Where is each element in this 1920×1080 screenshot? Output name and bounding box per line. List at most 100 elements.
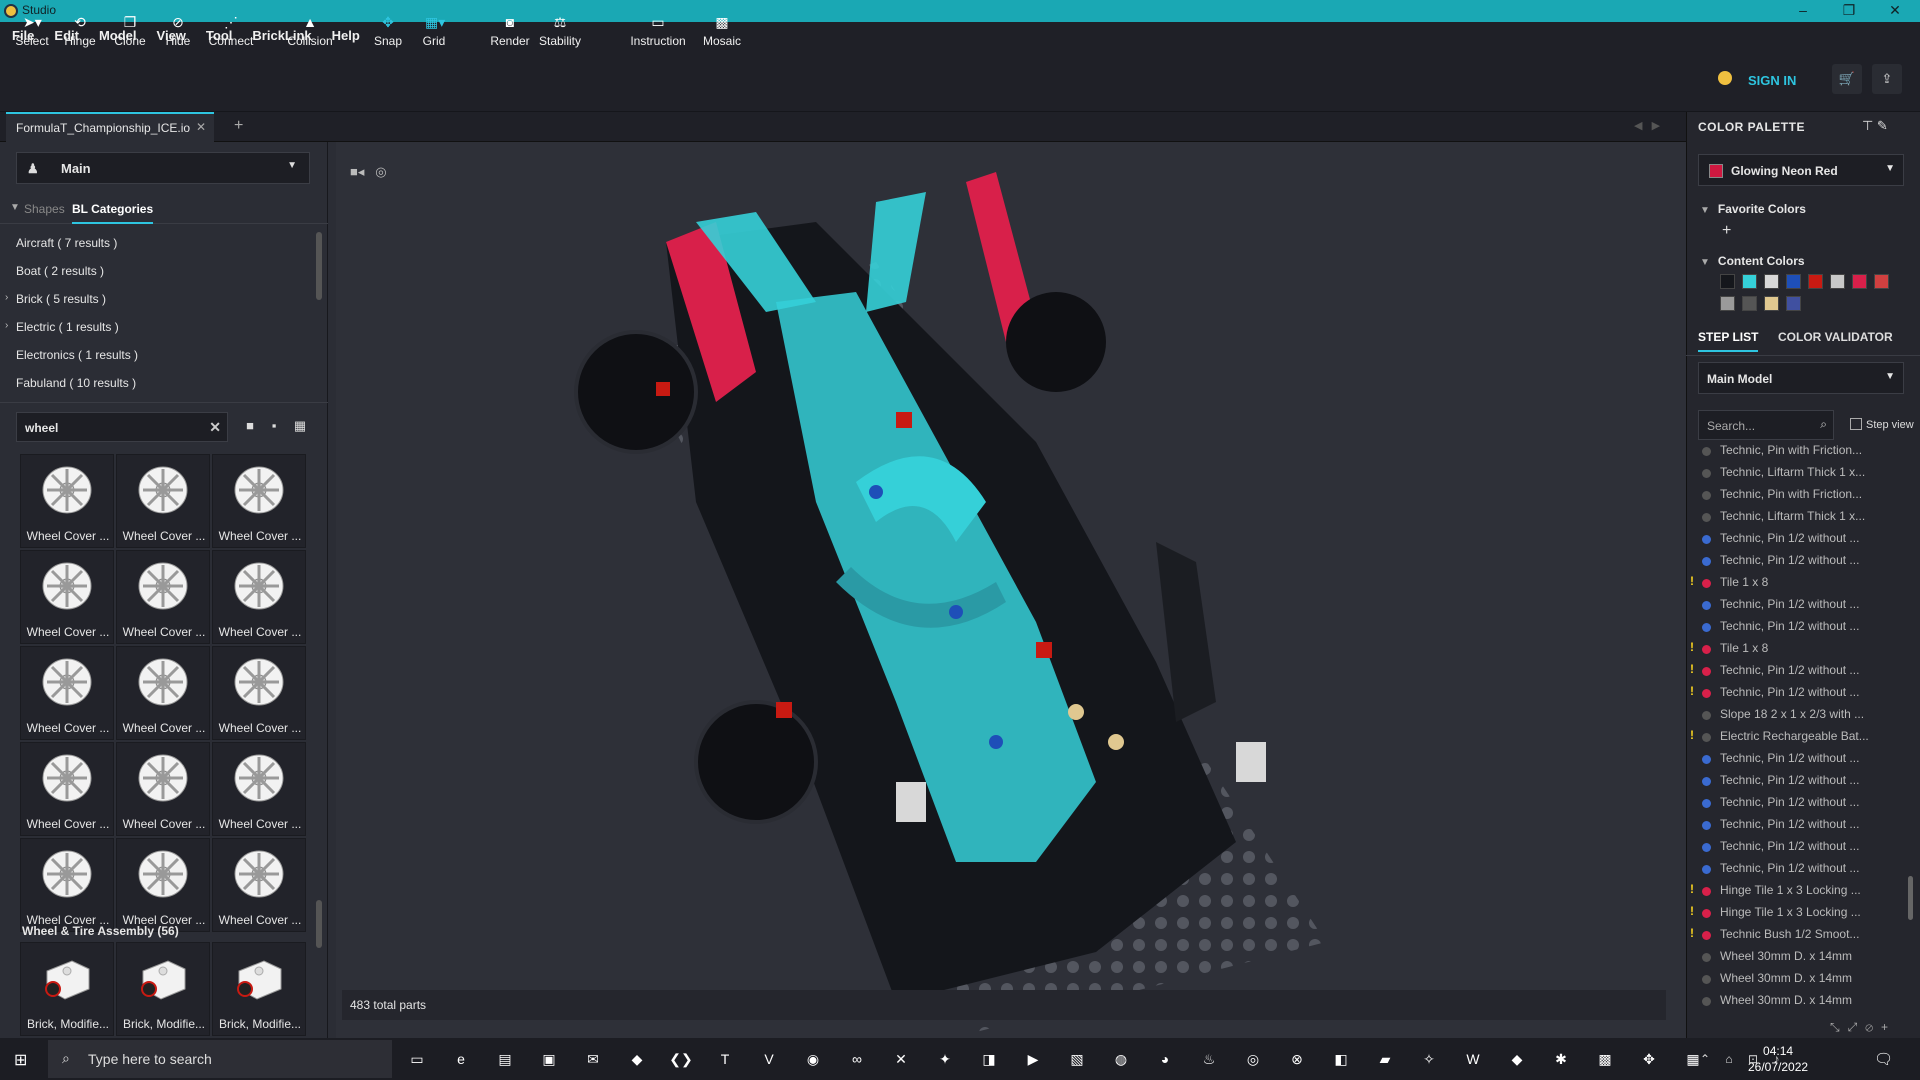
restore-button[interactable]: ❐ <box>1826 0 1872 22</box>
studio-icon[interactable]: ✥ <box>1636 1046 1662 1072</box>
tab-color-validator[interactable]: COLOR VALIDATOR <box>1778 330 1893 344</box>
view-large-icon[interactable]: ■ <box>242 418 258 434</box>
mail-icon[interactable]: ✉ <box>580 1046 606 1072</box>
collision-tool-button[interactable]: ▲ Collision <box>280 14 340 48</box>
color-swatch[interactable] <box>1764 296 1779 311</box>
step-list-item[interactable]: ! Technic Bush 1/2 Smoot... <box>1686 924 1906 946</box>
color-swatch[interactable] <box>1808 274 1823 289</box>
color-swatch[interactable] <box>1786 296 1801 311</box>
category-item[interactable]: Aircraft ( 7 results ) <box>0 230 318 258</box>
part-tile[interactable]: Wheel Cover ... <box>20 838 114 932</box>
app-icon[interactable]: W <box>1460 1046 1486 1072</box>
step-list-item[interactable]: Wheel 30mm D. x 14mm <box>1686 968 1906 990</box>
category-item[interactable]: Boat ( 2 results ) <box>0 258 318 286</box>
teams-icon[interactable]: T <box>712 1046 738 1072</box>
category-item[interactable]: Electronics ( 1 results ) <box>0 342 318 370</box>
stability-tool-button[interactable]: ⚖ Stability <box>530 14 590 48</box>
step-list-item[interactable]: Slope 18 2 x 1 x 2/3 with ... <box>1686 704 1906 726</box>
app-icon[interactable]: ▩ <box>1592 1046 1618 1072</box>
video-camera-icon[interactable]: ■◂ <box>350 164 364 179</box>
step-view-checkbox[interactable]: Step view <box>1850 418 1914 431</box>
step-list-item[interactable]: ! Technic, Pin 1/2 without ... <box>1686 660 1906 682</box>
step-list-item[interactable]: Technic, Pin 1/2 without ... <box>1686 770 1906 792</box>
part-tile[interactable]: Wheel Cover ... <box>212 646 306 740</box>
chevron-down-icon[interactable]: ▼ <box>10 202 20 213</box>
checkbox[interactable] <box>1850 418 1862 430</box>
upload-icon[interactable]: ⇪ <box>1872 64 1902 94</box>
model-select-dropdown[interactable]: ♟ Main ▼ <box>16 152 310 184</box>
app-icon[interactable]: ✧ <box>1416 1046 1442 1072</box>
connect-tool-button[interactable]: ⋰ Connect <box>201 14 261 48</box>
part-tile[interactable]: Wheel Cover ... <box>116 838 210 932</box>
tab-shapes[interactable]: Shapes <box>24 202 65 216</box>
color-swatch[interactable] <box>1720 296 1735 311</box>
step-search-input[interactable]: Search... ⌕ <box>1698 410 1834 440</box>
document-tab[interactable]: FormulaT_Championship_ICE.io ✕ <box>6 112 214 142</box>
discord-icon[interactable]: ◕ <box>1152 1046 1178 1072</box>
app-icon[interactable]: ✕ <box>888 1046 914 1072</box>
step-list-item[interactable]: Technic, Pin 1/2 without ... <box>1686 616 1906 638</box>
step-list-item[interactable]: Technic, Pin with Friction... <box>1686 440 1906 462</box>
part-search-input[interactable]: wheel ✕ <box>16 412 228 442</box>
step-list-item[interactable]: Technic, Pin with Friction... <box>1686 484 1906 506</box>
category-scrollbar[interactable] <box>316 232 322 300</box>
add-favorite-icon[interactable]: + <box>1722 222 1731 240</box>
edge-icon[interactable]: e <box>448 1046 474 1072</box>
app-icon[interactable]: ◆ <box>1504 1046 1530 1072</box>
part-tile[interactable]: Wheel Cover ... <box>20 454 114 548</box>
color-swatch[interactable] <box>1742 274 1757 289</box>
step-list-scrollbar[interactable] <box>1908 876 1913 920</box>
app-icon[interactable]: ▰ <box>1372 1046 1398 1072</box>
step-list-item[interactable]: Technic, Pin 1/2 without ... <box>1686 748 1906 770</box>
category-item[interactable]: Fabuland ( 10 results ) <box>0 370 318 398</box>
part-tile[interactable]: Wheel Cover ... <box>212 550 306 644</box>
part-tile[interactable]: Wheel Cover ... <box>116 742 210 836</box>
view-medium-icon[interactable]: ▪ <box>266 418 282 434</box>
notifications-icon[interactable]: 🗨 <box>1874 1050 1893 1068</box>
part-tile[interactable]: Wheel Cover ... <box>20 646 114 740</box>
step-list-item[interactable]: Technic, Pin 1/2 without ... <box>1686 528 1906 550</box>
file-explorer-icon[interactable]: ▤ <box>492 1046 518 1072</box>
color-swatch[interactable] <box>1852 274 1867 289</box>
add-tab-icon[interactable]: + <box>234 117 243 135</box>
color-swatch[interactable] <box>1874 274 1889 289</box>
taskbar-search-input[interactable]: ⌕ Type here to search <box>48 1040 392 1078</box>
step-list-item[interactable]: Technic, Liftarm Thick 1 x... <box>1686 506 1906 528</box>
step-list-item[interactable]: Wheel 30mm D. x 14mm <box>1686 990 1906 1012</box>
xbox-icon[interactable]: ⊗ <box>1284 1046 1310 1072</box>
color-swatch[interactable] <box>1720 274 1735 289</box>
step-model-select[interactable]: Main Model ▼ <box>1698 362 1904 394</box>
paint-tools-icons[interactable]: ⊤ ✎ <box>1862 118 1888 134</box>
step-list-item[interactable]: ! Hinge Tile 1 x 3 Locking ... <box>1686 880 1906 902</box>
color-swatch[interactable] <box>1830 274 1845 289</box>
task-view-icon[interactable]: ▭ <box>404 1046 430 1072</box>
color-swatch[interactable] <box>1786 274 1801 289</box>
part-tile[interactable]: Brick, Modifie... <box>212 942 306 1036</box>
part-tile[interactable]: Wheel Cover ... <box>212 454 306 548</box>
vscode-icon[interactable]: ❮❯ <box>668 1046 694 1072</box>
part-tile[interactable]: Wheel Cover ... <box>116 454 210 548</box>
app-icon[interactable]: ◨ <box>976 1046 1002 1072</box>
category-item[interactable]: › Brick ( 5 results ) <box>0 286 318 314</box>
part-tile[interactable]: Brick, Modifie... <box>116 942 210 1036</box>
color-swatch[interactable] <box>1742 296 1757 311</box>
content-colors-header[interactable]: ▼ Content Colors <box>1700 254 1805 268</box>
step-list-item[interactable]: Wheel 30mm D. x 14mm <box>1686 946 1906 968</box>
taskbar-clock[interactable]: 04:14 26/07/2022 <box>1748 1043 1808 1075</box>
category-item[interactable]: › Electric ( 1 results ) <box>0 314 318 342</box>
grid-tool-button[interactable]: ▦▾ Grid <box>404 14 464 48</box>
step-list-item[interactable]: Technic, Pin 1/2 without ... <box>1686 814 1906 836</box>
step-list-item[interactable]: ! Electric Rechargeable Bat... <box>1686 726 1906 748</box>
color-swatch[interactable] <box>1764 274 1779 289</box>
3d-viewport[interactable] <box>336 142 1686 1038</box>
app-icon[interactable]: ◧ <box>1328 1046 1354 1072</box>
step-list-controls[interactable]: ⤡⤢⊘+ <box>1830 1020 1896 1035</box>
part-tile[interactable]: Wheel Cover ... <box>212 838 306 932</box>
step-list-item[interactable]: Technic, Pin 1/2 without ... <box>1686 792 1906 814</box>
part-tile[interactable]: Wheel Cover ... <box>116 550 210 644</box>
step-list-item[interactable]: ! Tile 1 x 8 <box>1686 638 1906 660</box>
favorite-colors-header[interactable]: ▼ Favorite Colors <box>1700 202 1806 216</box>
part-tile[interactable]: Brick, Modifie... <box>20 942 114 1036</box>
app-icon[interactable]: ✱ <box>1548 1046 1574 1072</box>
tab-step-list[interactable]: STEP LIST <box>1698 330 1759 352</box>
